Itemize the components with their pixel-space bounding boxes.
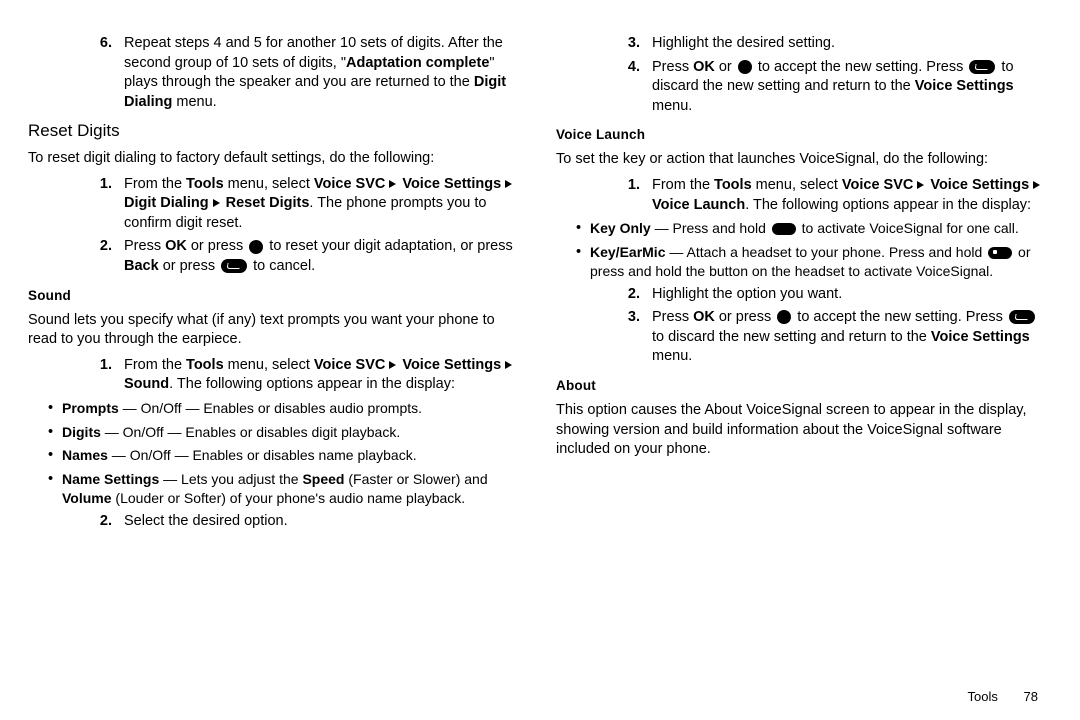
list-item: 1. From the Tools menu, select Voice SVC… <box>76 356 524 395</box>
arrow-icon <box>389 180 396 188</box>
bullet-text: Prompts — On/Off — Enables or disables a… <box>62 399 524 419</box>
bullet-icon: • <box>576 243 590 281</box>
bullet-item: • Name Settings — Lets you adjust the Sp… <box>48 470 524 508</box>
item-body: From the Tools menu, select Voice SVCVoi… <box>124 175 524 234</box>
bullet-item: • Digits — On/Off — Enables or disables … <box>48 423 524 443</box>
list-item: 3. Press OK or press to accept the new s… <box>604 308 1052 367</box>
back-key-icon <box>221 259 247 273</box>
item-body: Highlight the desired setting. <box>652 34 1052 54</box>
item-number: 1. <box>76 356 124 395</box>
arrow-icon <box>1033 181 1040 189</box>
footer-section: Tools <box>968 689 998 704</box>
bullet-text: Name Settings — Lets you adjust the Spee… <box>62 470 524 508</box>
bullet-text: Digits — On/Off — Enables or disables di… <box>62 423 524 443</box>
list-item-6: 6. Repeat steps 4 and 5 for another 10 s… <box>76 34 524 112</box>
back-key-icon <box>969 60 995 74</box>
voice-key-icon <box>772 223 796 235</box>
subheading-reset-digits: Reset Digits <box>28 120 524 143</box>
item-body: Press OK or to accept the new setting. P… <box>652 58 1052 117</box>
bullet-icon: • <box>48 399 62 419</box>
page-footer: Tools 78 <box>968 688 1038 706</box>
item-body: Select the desired option. <box>124 512 524 532</box>
item-number: 2. <box>76 512 124 532</box>
item-number: 1. <box>76 175 124 234</box>
arrow-icon <box>505 180 512 188</box>
ok-key-icon <box>777 310 791 324</box>
item-body: From the Tools menu, select Voice SVCVoi… <box>124 356 524 395</box>
item-number: 4. <box>604 58 652 117</box>
item-body: From the Tools menu, select Voice SVCVoi… <box>652 176 1052 215</box>
arrow-icon <box>213 199 220 207</box>
list-item: 4. Press OK or to accept the new setting… <box>604 58 1052 117</box>
bullet-text: Key/EarMic — Attach a headset to your ph… <box>590 243 1052 281</box>
bullet-item: • Names — On/Off — Enables or disables n… <box>48 446 524 466</box>
back-key-icon <box>1009 310 1035 324</box>
list-item: 2. Press OK or press to reset your digit… <box>76 237 524 276</box>
item-number: 2. <box>604 285 652 305</box>
item-body: Press OK or press to reset your digit ad… <box>124 237 524 276</box>
bullet-icon: • <box>48 423 62 443</box>
paragraph: To reset digit dialing to factory defaul… <box>28 149 524 169</box>
item-number: 1. <box>604 176 652 215</box>
ok-key-icon <box>738 60 752 74</box>
list-item: 2. Select the desired option. <box>76 512 524 532</box>
footer-page-number: 78 <box>1024 689 1038 704</box>
bullet-item: • Key/EarMic — Attach a headset to your … <box>576 243 1052 281</box>
heading-about: About <box>556 377 1052 395</box>
arrow-icon <box>917 181 924 189</box>
bullet-item: • Prompts — On/Off — Enables or disables… <box>48 399 524 419</box>
arrow-icon <box>505 361 512 369</box>
list-item: 3. Highlight the desired setting. <box>604 34 1052 54</box>
bullet-icon: • <box>48 470 62 508</box>
arrow-icon <box>389 361 396 369</box>
bullet-item: • Key Only — Press and hold to activate … <box>576 219 1052 239</box>
item-body: Repeat steps 4 and 5 for another 10 sets… <box>124 34 524 112</box>
item-number: 3. <box>604 34 652 54</box>
item-number: 6. <box>76 34 124 112</box>
right-column: 3. Highlight the desired setting. 4. Pre… <box>556 30 1052 535</box>
list-item: 1. From the Tools menu, select Voice SVC… <box>76 175 524 234</box>
item-body: Press OK or press to accept the new sett… <box>652 308 1052 367</box>
list-item: 2. Highlight the option you want. <box>604 285 1052 305</box>
list-item: 1. From the Tools menu, select Voice SVC… <box>604 176 1052 215</box>
bullet-icon: • <box>576 219 590 239</box>
item-body: Highlight the option you want. <box>652 285 1052 305</box>
item-number: 3. <box>604 308 652 367</box>
voice-key-icon <box>988 247 1012 259</box>
paragraph: This option causes the About VoiceSignal… <box>556 401 1052 460</box>
left-column: 6. Repeat steps 4 and 5 for another 10 s… <box>28 30 524 535</box>
bullet-text: Key Only — Press and hold to activate Vo… <box>590 219 1052 239</box>
paragraph: Sound lets you specify what (if any) tex… <box>28 311 524 350</box>
item-number: 2. <box>76 237 124 276</box>
ok-key-icon <box>249 240 263 254</box>
heading-sound: Sound <box>28 287 524 305</box>
bullet-icon: • <box>48 446 62 466</box>
paragraph: To set the key or action that launches V… <box>556 150 1052 170</box>
heading-voice-launch: Voice Launch <box>556 126 1052 144</box>
manual-page: 6. Repeat steps 4 and 5 for another 10 s… <box>0 0 1080 545</box>
bullet-text: Names — On/Off — Enables or disables nam… <box>62 446 524 466</box>
